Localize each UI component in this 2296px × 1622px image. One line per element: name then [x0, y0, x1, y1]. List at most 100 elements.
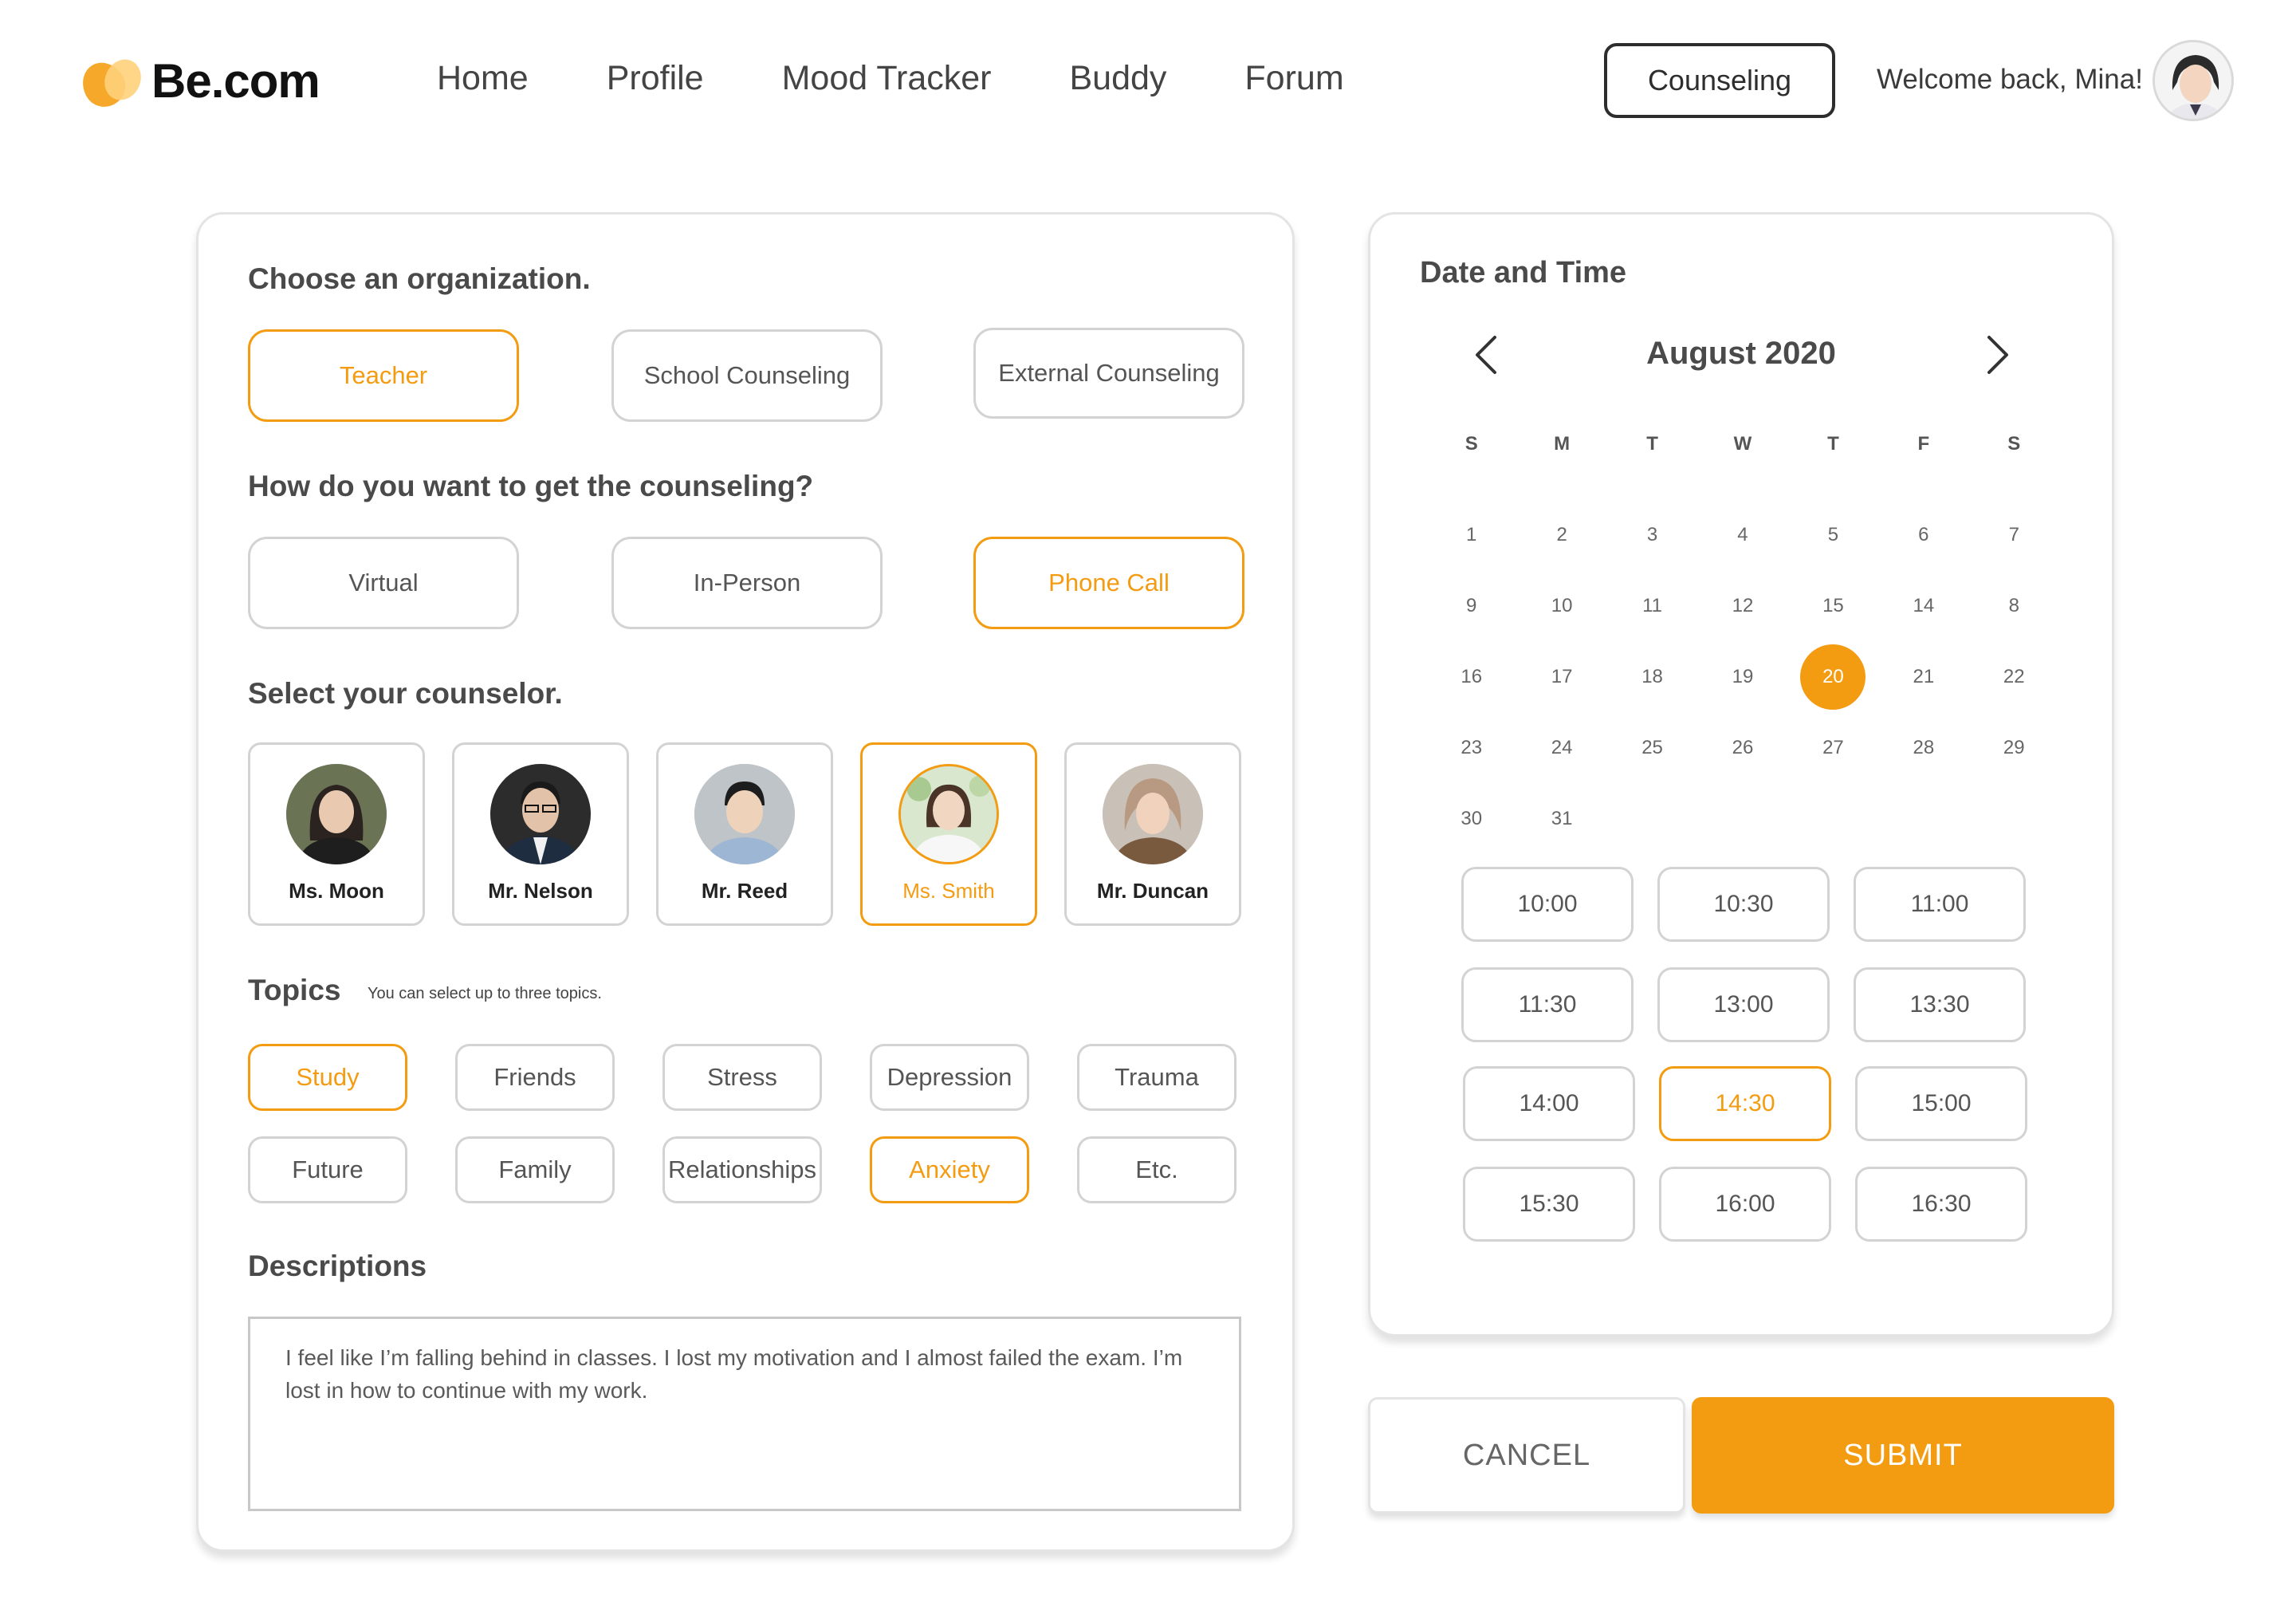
counselor-name: Ms. Moon: [289, 879, 384, 903]
counselor-photo: [898, 764, 999, 864]
counselor-title: Select your counselor.: [248, 677, 563, 710]
cancel-button[interactable]: CANCEL: [1368, 1397, 1685, 1514]
method-phone-call-button[interactable]: Phone Call: [973, 537, 1244, 629]
calendar-day-label: 29: [2003, 736, 2025, 758]
weekday-header: T: [1646, 433, 1658, 455]
time-slot-1100[interactable]: 11:00: [1854, 867, 2026, 942]
org-teacher-button[interactable]: Teacher: [248, 329, 519, 422]
time-slot-1130[interactable]: 11:30: [1461, 967, 1634, 1042]
main-nav: Home Profile Mood Tracker Buddy Forum: [437, 54, 1422, 102]
topic-relationships[interactable]: Relationships: [662, 1136, 822, 1203]
heart-logo-icon: [74, 53, 147, 115]
topic-friends[interactable]: Friends: [455, 1044, 615, 1111]
calendar-day[interactable]: 24: [1516, 712, 1606, 783]
calendar-day[interactable]: 5: [1788, 499, 1878, 570]
topic-future[interactable]: Future: [248, 1136, 407, 1203]
calendar-day-label: 12: [1732, 594, 1754, 616]
time-slot-1330[interactable]: 13:30: [1854, 967, 2026, 1042]
time-slot-1630[interactable]: 16:30: [1855, 1167, 2027, 1242]
topic-anxiety[interactable]: Anxiety: [870, 1136, 1029, 1203]
calendar-day[interactable]: 14: [1878, 570, 1968, 641]
method-title: How do you want to get the counseling?: [248, 470, 814, 502]
calendar-day[interactable]: 11: [1607, 570, 1697, 641]
description-textarea[interactable]: I feel like I’m falling behind in classe…: [248, 1317, 1241, 1511]
counselor-name: Ms. Smith: [902, 879, 995, 903]
time-slot-1600[interactable]: 16:00: [1659, 1167, 1831, 1242]
time-slot-1430[interactable]: 14:30: [1659, 1066, 1831, 1141]
calendar-day-selected[interactable]: 20: [1788, 641, 1878, 712]
calendar-day[interactable]: 27: [1788, 712, 1878, 783]
submit-button[interactable]: SUBMIT: [1692, 1397, 2114, 1514]
calendar-day-label: 19: [1732, 665, 1754, 687]
calendar-day[interactable]: 26: [1697, 712, 1787, 783]
calendar-day[interactable]: 23: [1426, 712, 1516, 783]
topic-depression[interactable]: Depression: [870, 1044, 1029, 1111]
calendar-day[interactable]: 8: [1969, 570, 2059, 641]
calendar-day-label: 1: [1466, 523, 1477, 545]
calendar-day[interactable]: 29: [1969, 712, 2059, 783]
calendar-day-label: 18: [1641, 665, 1663, 687]
calendar-day-label: 9: [1466, 594, 1477, 616]
time-slot-1000[interactable]: 10:00: [1461, 867, 1634, 942]
calendar-grid: S M T W T F S 1 2 3 4 5 6 7 9 10 11 12 15 14 8 16 17 18 19 20 21 22…: [1426, 428, 2059, 854]
topic-stress[interactable]: Stress: [662, 1044, 822, 1111]
time-slot-1530[interactable]: 15:30: [1463, 1167, 1635, 1242]
time-slot-1500[interactable]: 15:00: [1855, 1066, 2027, 1141]
topic-family[interactable]: Family: [455, 1136, 615, 1203]
counseling-button[interactable]: Counseling: [1604, 43, 1835, 118]
time-slot-1400[interactable]: 14:00: [1463, 1066, 1635, 1141]
weekday-header: S: [1464, 433, 1478, 455]
calendar-day[interactable]: 4: [1697, 499, 1787, 570]
org-school-counseling-button[interactable]: School Counseling: [611, 329, 883, 422]
calendar-day[interactable]: 30: [1426, 783, 1516, 854]
calendar-day[interactable]: 1: [1426, 499, 1516, 570]
counselor-card-moon[interactable]: Ms. Moon: [248, 742, 425, 926]
counselor-card-smith[interactable]: Ms. Smith: [860, 742, 1037, 926]
time-slot-1300[interactable]: 13:00: [1657, 967, 1830, 1042]
calendar-day[interactable]: 25: [1607, 712, 1697, 783]
calendar-day-label: 17: [1551, 665, 1573, 687]
time-slot-1030[interactable]: 10:30: [1657, 867, 1830, 942]
calendar-day[interactable]: 22: [1969, 641, 2059, 712]
topic-study[interactable]: Study: [248, 1044, 407, 1111]
calendar-day[interactable]: 16: [1426, 641, 1516, 712]
calendar-day[interactable]: 19: [1697, 641, 1787, 712]
calendar-day[interactable]: 28: [1878, 712, 1968, 783]
calendar-day[interactable]: 15: [1788, 570, 1878, 641]
method-in-person-button[interactable]: In-Person: [611, 537, 883, 629]
nav-forum[interactable]: Forum: [1244, 59, 1343, 98]
calendar-day-label: 30: [1461, 807, 1483, 829]
calendar-day[interactable]: 6: [1878, 499, 1968, 570]
nav-buddy[interactable]: Buddy: [1069, 59, 1166, 98]
counselor-photo: [1103, 764, 1203, 864]
calendar-day[interactable]: 10: [1516, 570, 1606, 641]
calendar-day-label: 21: [1913, 665, 1935, 687]
calendar-day[interactable]: 17: [1516, 641, 1606, 712]
topic-trauma[interactable]: Trauma: [1077, 1044, 1236, 1111]
next-month-chevron-right-icon[interactable]: [1976, 333, 2016, 377]
calendar-day[interactable]: 3: [1607, 499, 1697, 570]
nav-home[interactable]: Home: [437, 59, 529, 98]
method-virtual-button[interactable]: Virtual: [248, 537, 519, 629]
counselor-card-reed[interactable]: Mr. Reed: [656, 742, 833, 926]
calendar-day[interactable]: 2: [1516, 499, 1606, 570]
weekday-header: T: [1827, 433, 1839, 455]
calendar-day[interactable]: 9: [1426, 570, 1516, 641]
calendar-day[interactable]: 21: [1878, 641, 1968, 712]
calendar-day-label: 3: [1646, 523, 1658, 545]
nav-mood-tracker[interactable]: Mood Tracker: [782, 59, 992, 98]
nav-profile[interactable]: Profile: [607, 59, 704, 98]
counselor-name: Mr. Duncan: [1096, 879, 1209, 903]
calendar-day[interactable]: 12: [1697, 570, 1787, 641]
counselor-card-duncan[interactable]: Mr. Duncan: [1064, 742, 1241, 926]
topic-etc[interactable]: Etc.: [1077, 1136, 1236, 1203]
org-external-counseling-button[interactable]: External Counseling: [973, 328, 1244, 419]
calendar-day[interactable]: 31: [1516, 783, 1606, 854]
user-avatar[interactable]: [2152, 40, 2234, 121]
calendar-day[interactable]: 18: [1607, 641, 1697, 712]
calendar-day[interactable]: 7: [1969, 499, 2059, 570]
weekday-header: S: [2007, 433, 2021, 455]
counselor-card-nelson[interactable]: Mr. Nelson: [452, 742, 629, 926]
weekday-header: M: [1554, 433, 1571, 455]
brand-logo[interactable]: Be.com: [74, 53, 320, 115]
